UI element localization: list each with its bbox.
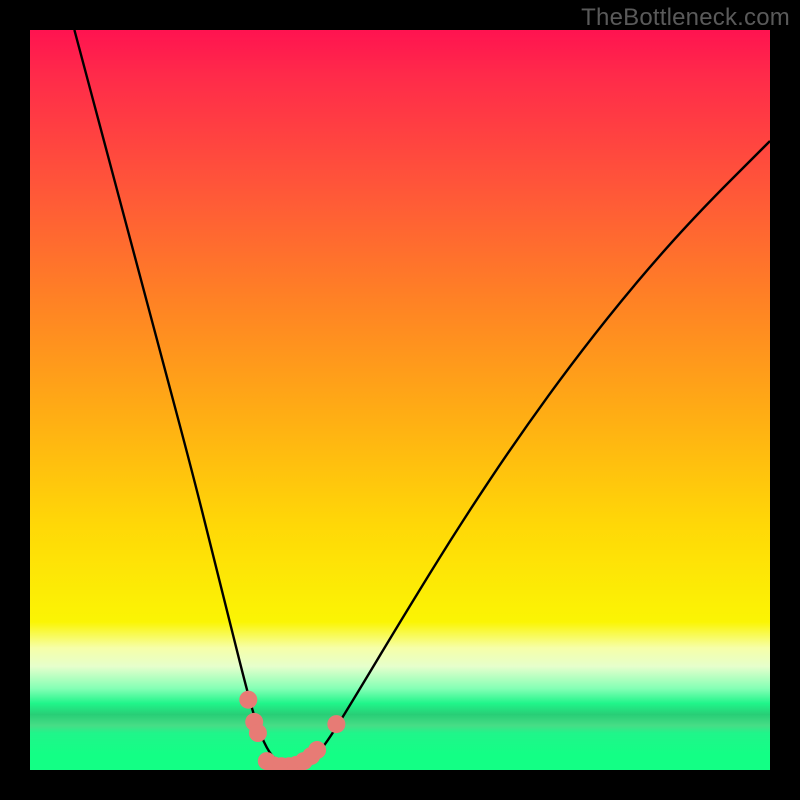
watermark-text: TheBottleneck.com — [581, 4, 790, 32]
chart-frame: TheBottleneck.com — [0, 0, 800, 800]
chart-plot-area — [30, 30, 770, 770]
curve-marker-dot — [308, 741, 326, 759]
bottleneck-curve-svg — [30, 30, 770, 770]
bottleneck-curve-path — [74, 30, 770, 767]
curve-marker-dot — [327, 715, 345, 733]
curve-markers — [239, 691, 345, 770]
curve-marker-dot — [239, 691, 257, 709]
curve-marker-dot — [249, 724, 267, 742]
